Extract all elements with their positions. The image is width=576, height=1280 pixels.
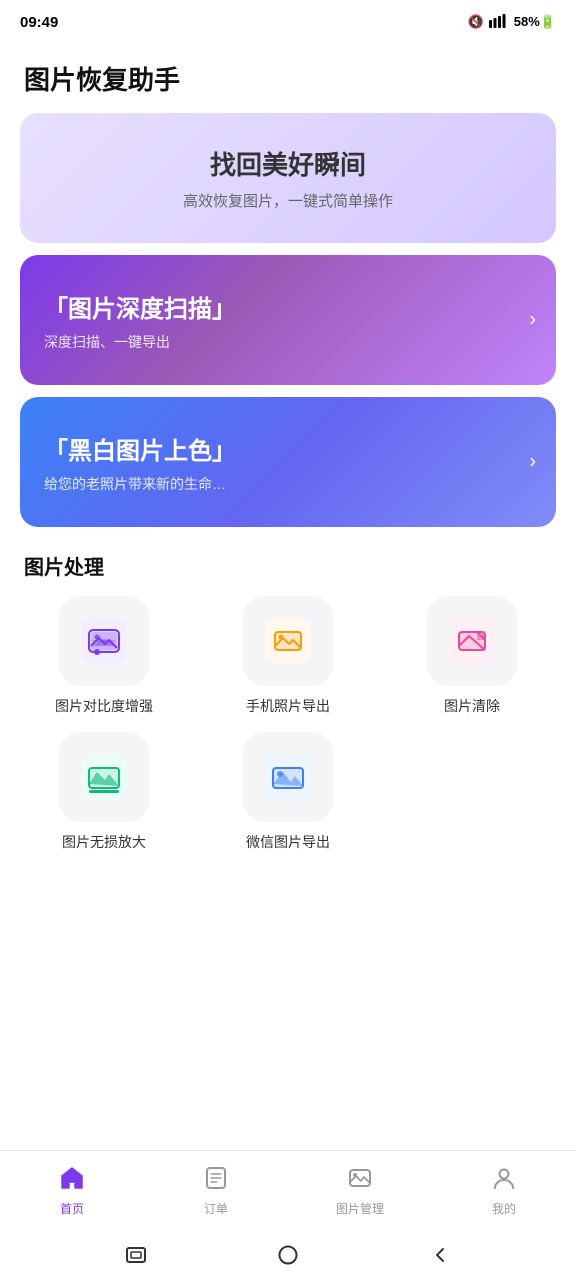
deep-scan-banner[interactable]: 「图片深度扫描」 深度扫描、一键导出 ›	[20, 255, 556, 385]
grid-item-wechat-export[interactable]: 微信图片导出	[204, 732, 372, 852]
clean-icon-wrap	[427, 596, 517, 686]
wechat-export-label: 微信图片导出	[246, 832, 330, 852]
colorize-title: 「黑白图片上色」	[44, 431, 532, 466]
nav-mine-label: 我的	[492, 1200, 516, 1217]
sys-home-btn[interactable]	[274, 1241, 302, 1269]
wechat-export-icon-wrap	[243, 732, 333, 822]
enlarge-icon-wrap	[59, 732, 149, 822]
contrast-icon-wrap	[59, 596, 149, 686]
enlarge-icon	[81, 754, 127, 800]
colorize-banner[interactable]: 「黑白图片上色」 给您的老照片带来新的生命… ›	[20, 397, 556, 527]
grid-row-2: 图片无损放大 微信图片导出	[0, 716, 576, 852]
grid-item-contrast[interactable]: 图片对比度增强	[20, 596, 188, 716]
deep-scan-arrow: ›	[529, 309, 536, 332]
signal-icon	[489, 14, 509, 31]
deep-scan-subtitle: 深度扫描、一键导出	[44, 332, 532, 352]
contrast-label: 图片对比度增强	[55, 696, 153, 716]
colorize-subtitle: 给您的老照片带来新的生命…	[44, 474, 532, 494]
home-icon	[59, 1165, 85, 1196]
hero-banner-subtitle: 高效恢复图片，一键式简单操作	[183, 190, 393, 211]
main-content: 图片恢复助手 找回美好瞬间 高效恢复图片，一键式简单操作 「图片深度扫描」 深度…	[0, 40, 576, 1280]
system-nav-bar	[0, 1230, 576, 1280]
wechat-export-icon	[265, 754, 311, 800]
order-icon	[203, 1165, 229, 1196]
status-bar: 09:49 🔇 58%🔋	[0, 0, 576, 40]
section-title: 图片处理	[0, 527, 576, 596]
sys-back-btn[interactable]	[426, 1241, 454, 1269]
nav-item-mine[interactable]: 我的	[432, 1165, 576, 1217]
nav-item-home[interactable]: 首页	[0, 1165, 144, 1217]
hero-banner-title: 找回美好瞬间	[210, 145, 366, 182]
battery-icon: 58%🔋	[514, 14, 556, 30]
nav-item-order[interactable]: 订单	[144, 1165, 288, 1217]
hero-banner: 找回美好瞬间 高效恢复图片，一键式简单操作	[20, 113, 556, 243]
colorize-arrow: ›	[529, 451, 536, 474]
grid-item-clean[interactable]: 图片清除	[388, 596, 556, 716]
sys-recent-btn[interactable]	[122, 1241, 150, 1269]
clean-icon	[449, 618, 495, 664]
banner-section: 找回美好瞬间 高效恢复图片，一键式简单操作 「图片深度扫描」 深度扫描、一键导出…	[0, 113, 576, 527]
photo-manage-icon	[347, 1165, 373, 1196]
nav-item-photo-manage[interactable]: 图片管理	[288, 1165, 432, 1217]
page-title: 图片恢复助手	[0, 40, 576, 113]
mine-icon	[491, 1165, 517, 1196]
phone-export-label: 手机照片导出	[246, 696, 330, 716]
status-icons: 🔇 58%🔋	[468, 14, 556, 31]
deep-scan-title: 「图片深度扫描」	[44, 289, 532, 324]
phone-export-icon-wrap	[243, 596, 333, 686]
nav-home-label: 首页	[60, 1200, 84, 1217]
grid-item-phone-export[interactable]: 手机照片导出	[204, 596, 372, 716]
nav-order-label: 订单	[204, 1200, 228, 1217]
grid-row-1: 图片对比度增强 手机照片导出	[0, 596, 576, 716]
status-time: 09:49	[20, 14, 58, 31]
nav-photo-label: 图片管理	[336, 1200, 384, 1217]
phone-export-icon	[265, 618, 311, 664]
contrast-icon	[81, 618, 127, 664]
bottom-nav: 首页 订单 图片管理	[0, 1150, 576, 1230]
clean-label: 图片清除	[444, 696, 500, 716]
mute-icon: 🔇	[468, 14, 484, 30]
enlarge-label: 图片无损放大	[62, 832, 146, 852]
grid-item-enlarge[interactable]: 图片无损放大	[20, 732, 188, 852]
